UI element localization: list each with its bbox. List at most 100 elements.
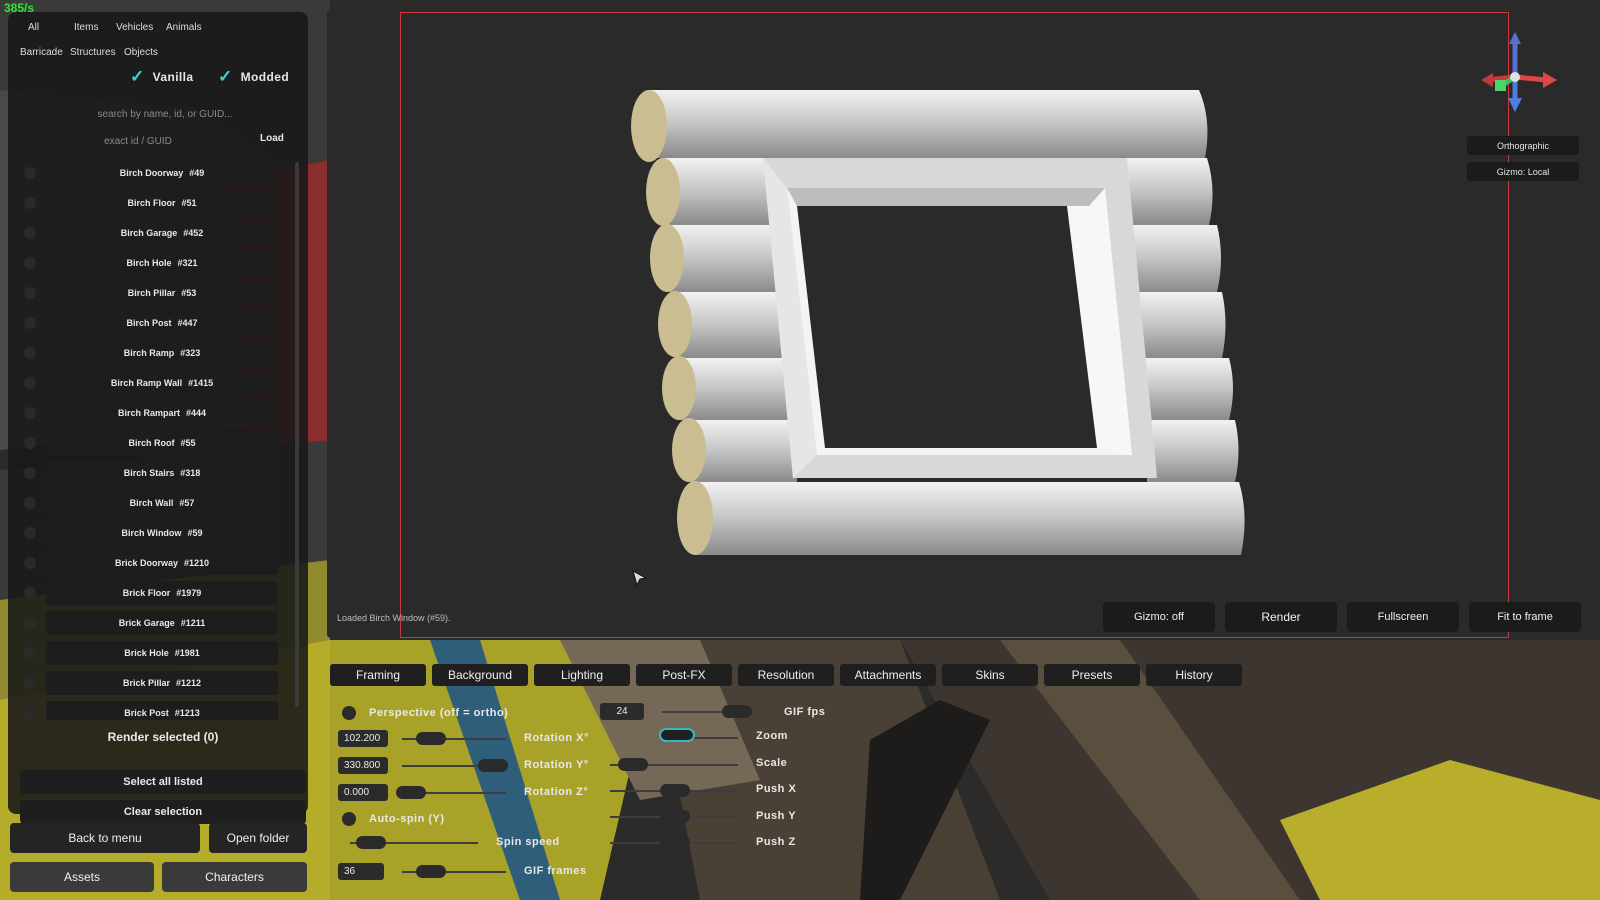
- tab-lighting[interactable]: Lighting: [534, 664, 630, 686]
- select-all-button[interactable]: Select all listed: [20, 770, 306, 794]
- filter-all[interactable]: All: [28, 22, 74, 33]
- asset-list[interactable]: Birch Doorway #49 Birch Floor #51 Birch Gara…: [16, 158, 292, 720]
- asset-select-checkbox[interactable]: [24, 437, 36, 449]
- slider-knob[interactable]: [660, 784, 690, 797]
- rotation-z-value[interactable]: 0.000: [338, 784, 388, 801]
- fullscreen-button[interactable]: Fullscreen: [1347, 602, 1459, 632]
- slider-knob[interactable]: [618, 758, 648, 771]
- slider-knob[interactable]: [660, 810, 690, 823]
- asset-select-checkbox[interactable]: [24, 167, 36, 179]
- push-y-slider[interactable]: [610, 810, 738, 823]
- asset-select-checkbox[interactable]: [24, 317, 36, 329]
- back-to-menu-button[interactable]: Back to menu: [10, 823, 200, 853]
- filter-vehicles[interactable]: Vehicles: [116, 22, 166, 33]
- rotation-y-value[interactable]: 330.800: [338, 757, 388, 774]
- gif-fps-value[interactable]: 24: [600, 703, 644, 720]
- tab-history[interactable]: History: [1146, 664, 1242, 686]
- filter-structures[interactable]: Structures: [70, 47, 124, 58]
- asset-select-checkbox[interactable]: [24, 707, 36, 719]
- rotation-y-slider[interactable]: [402, 759, 508, 772]
- render-viewport[interactable]: Orthographic Gizmo: Local Loaded Birch W…: [327, 10, 1590, 638]
- asset-button[interactable]: Birch Ramp Wall #1415: [46, 371, 278, 395]
- asset-button[interactable]: Birch Garage #452: [46, 221, 278, 245]
- asset-select-checkbox[interactable]: [24, 587, 36, 599]
- slider-knob[interactable]: [416, 732, 446, 745]
- render-button[interactable]: Render: [1225, 602, 1337, 632]
- asset-button[interactable]: Brick Post #1213: [46, 701, 278, 720]
- fit-to-frame-button[interactable]: Fit to frame: [1469, 602, 1581, 632]
- tab-skins[interactable]: Skins: [942, 664, 1038, 686]
- tab-background[interactable]: Background: [432, 664, 528, 686]
- asset-button[interactable]: Birch Stairs #318: [46, 461, 278, 485]
- search-input[interactable]: [28, 105, 302, 123]
- asset-button[interactable]: Birch Post #447: [46, 311, 278, 335]
- modded-toggle[interactable]: ✓ Modded: [218, 68, 289, 85]
- asset-button[interactable]: Birch Rampart #444: [46, 401, 278, 425]
- gif-frames-value[interactable]: 36: [338, 863, 384, 880]
- slider-knob[interactable]: [416, 865, 446, 878]
- tab-resolution[interactable]: Resolution: [738, 664, 834, 686]
- asset-select-checkbox[interactable]: [24, 377, 36, 389]
- auto-spin-toggle[interactable]: [342, 812, 356, 826]
- gizmo-off-button[interactable]: Gizmo: off: [1103, 602, 1215, 632]
- asset-button[interactable]: Birch Window #59: [46, 521, 278, 545]
- gif-fps-slider[interactable]: [662, 705, 766, 718]
- asset-button[interactable]: Birch Roof #55: [46, 431, 278, 455]
- asset-select-checkbox[interactable]: [24, 557, 36, 569]
- asset-button[interactable]: Brick Hole #1981: [46, 641, 278, 665]
- asset-select-checkbox[interactable]: [24, 287, 36, 299]
- zoom-slider-knob[interactable]: [659, 728, 695, 742]
- exact-id-input[interactable]: [28, 132, 248, 150]
- slider-knob[interactable]: [660, 836, 690, 849]
- load-button[interactable]: Load: [260, 133, 284, 144]
- rotation-x-slider[interactable]: [402, 732, 506, 745]
- perspective-toggle[interactable]: [342, 706, 356, 720]
- orthographic-button[interactable]: Orthographic: [1467, 136, 1579, 155]
- asset-select-checkbox[interactable]: [24, 617, 36, 629]
- asset-select-checkbox[interactable]: [24, 677, 36, 689]
- gif-frames-slider[interactable]: [402, 865, 506, 878]
- slider-knob[interactable]: [722, 705, 752, 718]
- render-selected-button[interactable]: Render selected (0): [20, 724, 306, 750]
- filter-animals[interactable]: Animals: [166, 22, 202, 33]
- filter-objects[interactable]: Objects: [124, 47, 158, 58]
- asset-select-checkbox[interactable]: [24, 527, 36, 539]
- asset-button[interactable]: Brick Pillar #1212: [46, 671, 278, 695]
- asset-select-checkbox[interactable]: [24, 227, 36, 239]
- push-z-slider[interactable]: [610, 836, 738, 849]
- slider-knob[interactable]: [478, 759, 508, 772]
- rotation-x-value[interactable]: 102.200: [338, 730, 388, 747]
- filter-items[interactable]: Items: [74, 22, 116, 33]
- asset-list-scrollbar[interactable]: [295, 162, 299, 707]
- push-x-slider[interactable]: [610, 784, 738, 797]
- vanilla-toggle[interactable]: ✓ Vanilla: [130, 68, 193, 85]
- asset-button[interactable]: Birch Pillar #53: [46, 281, 278, 305]
- scale-slider[interactable]: [610, 758, 738, 771]
- asset-button[interactable]: Birch Wall #57: [46, 491, 278, 515]
- asset-select-checkbox[interactable]: [24, 407, 36, 419]
- spin-speed-slider[interactable]: [350, 836, 478, 849]
- tab-framing[interactable]: Framing: [330, 664, 426, 686]
- asset-select-checkbox[interactable]: [24, 497, 36, 509]
- asset-button[interactable]: Birch Floor #51: [46, 191, 278, 215]
- axis-gizmo-icon[interactable]: [1475, 32, 1565, 122]
- asset-button[interactable]: Brick Floor #1979: [46, 581, 278, 605]
- assets-tab[interactable]: Assets: [10, 862, 154, 892]
- asset-select-checkbox[interactable]: [24, 467, 36, 479]
- clear-selection-button[interactable]: Clear selection: [20, 800, 306, 824]
- asset-select-checkbox[interactable]: [24, 257, 36, 269]
- asset-button[interactable]: Birch Doorway #49: [46, 161, 278, 185]
- asset-select-checkbox[interactable]: [24, 347, 36, 359]
- filter-barricade[interactable]: Barricade: [20, 47, 70, 58]
- asset-button[interactable]: Birch Ramp #323: [46, 341, 278, 365]
- tab-post-fx[interactable]: Post-FX: [636, 664, 732, 686]
- rotation-z-slider[interactable]: [396, 786, 506, 799]
- asset-button[interactable]: Brick Doorway #1210: [46, 551, 278, 575]
- tab-presets[interactable]: Presets: [1044, 664, 1140, 686]
- slider-knob[interactable]: [396, 786, 426, 799]
- slider-knob[interactable]: [356, 836, 386, 849]
- asset-button[interactable]: Brick Garage #1211: [46, 611, 278, 635]
- characters-tab[interactable]: Characters: [162, 862, 307, 892]
- gizmo-local-button[interactable]: Gizmo: Local: [1467, 162, 1579, 181]
- asset-select-checkbox[interactable]: [24, 197, 36, 209]
